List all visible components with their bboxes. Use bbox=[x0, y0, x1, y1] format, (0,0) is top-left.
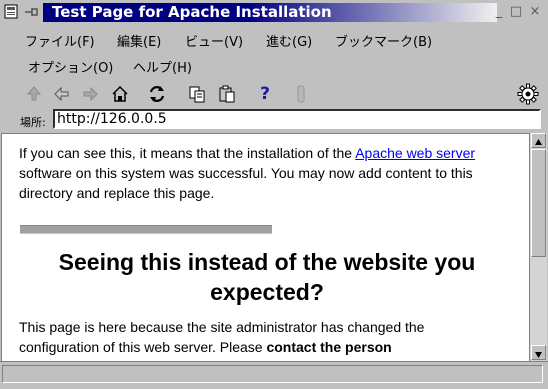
scroll-up-button[interactable] bbox=[531, 133, 546, 148]
minimize-button[interactable]: _ bbox=[491, 4, 507, 20]
copy-icon[interactable] bbox=[187, 84, 207, 104]
page-heading: Seeing this instead of the website you e… bbox=[58, 249, 476, 305]
maximize-button[interactable]: □ bbox=[508, 4, 524, 20]
menu-view[interactable]: ビュー(V) bbox=[185, 31, 243, 50]
scroll-up-arrow-icon bbox=[535, 139, 542, 145]
menu-help[interactable]: ヘルプ(H) bbox=[133, 57, 192, 76]
pin-icon[interactable] bbox=[24, 6, 40, 18]
menu-bookmarks[interactable]: ブックマーク(B) bbox=[335, 31, 432, 50]
horizontal-rule bbox=[20, 225, 272, 234]
vertical-scrollbar[interactable] bbox=[529, 133, 547, 361]
address-label: 場所: bbox=[20, 116, 46, 129]
up-arrow-icon[interactable] bbox=[24, 84, 44, 104]
help-icon[interactable]: ? bbox=[255, 84, 275, 104]
url-input[interactable] bbox=[53, 109, 541, 129]
browser-window: Test Page for Apache Installation _ □ × … bbox=[0, 0, 548, 389]
window-title: Test Page for Apache Installation bbox=[52, 3, 332, 21]
apache-link[interactable]: Apache web server bbox=[355, 145, 475, 161]
back-arrow-icon[interactable] bbox=[52, 84, 72, 104]
paste-icon[interactable] bbox=[217, 84, 237, 104]
scroll-down-arrow-icon bbox=[535, 352, 542, 358]
home-icon[interactable] bbox=[110, 84, 130, 104]
intro-text-after: software on this system was successful. … bbox=[19, 165, 473, 201]
close-button[interactable]: × bbox=[527, 4, 543, 20]
reload-icon[interactable] bbox=[147, 84, 167, 104]
title-bar[interactable]: Test Page for Apache Installation _ □ × bbox=[0, 0, 548, 24]
menu-edit[interactable]: 編集(E) bbox=[117, 31, 161, 50]
explanation-paragraph: This page is here because the site admin… bbox=[19, 317, 499, 357]
gear-icon[interactable] bbox=[517, 83, 539, 105]
intro-paragraph: If you can see this, it means that the i… bbox=[19, 143, 514, 203]
scroll-thumb[interactable] bbox=[531, 149, 546, 257]
menu-go[interactable]: 進む(G) bbox=[266, 31, 312, 50]
window-menu-icon[interactable] bbox=[4, 4, 22, 20]
scroll-down-button[interactable] bbox=[531, 345, 546, 360]
forward-arrow-icon[interactable] bbox=[80, 84, 100, 104]
page-content[interactable]: If you can see this, it means that the i… bbox=[1, 133, 530, 361]
stop-icon[interactable] bbox=[291, 84, 311, 104]
intro-text-before: If you can see this, it means that the i… bbox=[19, 145, 356, 161]
contact-bold-text: contact the person bbox=[266, 339, 392, 355]
menu-bar: ファイル(F) 編集(E) ビュー(V) 進む(G) ブックマーク(B) オプシ… bbox=[0, 26, 548, 78]
menu-file[interactable]: ファイル(F) bbox=[25, 31, 95, 50]
menu-options[interactable]: オプション(O) bbox=[28, 57, 113, 76]
status-field bbox=[2, 365, 543, 383]
